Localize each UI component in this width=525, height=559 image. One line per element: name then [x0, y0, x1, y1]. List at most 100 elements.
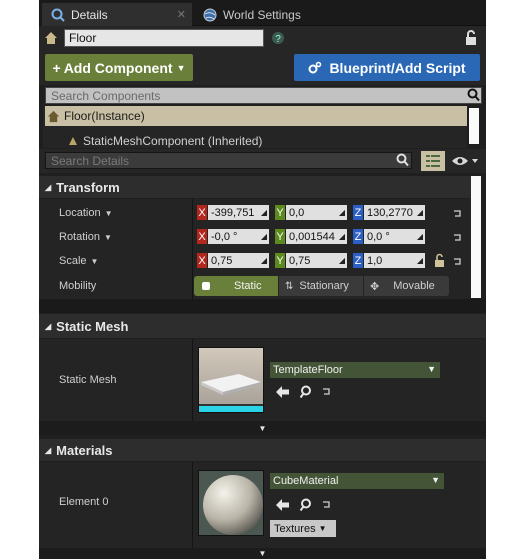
component-icon — [67, 135, 79, 147]
transform-row-label-scale[interactable]: Scale ▼ — [59, 253, 98, 269]
tree-item-child[interactable]: StaticMeshComponent (Inherited) — [67, 132, 457, 150]
reset-arrow-icon[interactable] — [322, 386, 332, 396]
materials-title: Materials — [56, 442, 113, 458]
static-mesh-asset-name: TemplateFloor — [273, 364, 343, 376]
section-expand-bar[interactable]: ▼ — [39, 548, 486, 559]
tab-bar: Details ✕ World Settings — [39, 0, 486, 26]
section-divider — [39, 299, 486, 313]
grid-view-icon[interactable] — [421, 151, 445, 171]
search-icon[interactable] — [467, 88, 480, 102]
transform-row-label-location[interactable]: Location ▼ — [59, 205, 113, 221]
lock-icon[interactable] — [465, 30, 477, 46]
eye-icon[interactable] — [451, 155, 479, 167]
add-component-label: Add Component — [63, 59, 173, 76]
browse-arrow-icon[interactable] — [276, 386, 289, 398]
material-thumbnail[interactable] — [198, 470, 264, 536]
value-text: 0,75 — [211, 254, 233, 267]
mobility-static-label: Static — [234, 280, 262, 292]
find-magnifier-icon[interactable] — [300, 498, 313, 512]
tree-item-child-label: StaticMeshComponent (Inherited) — [83, 134, 263, 148]
collapse-arrow-icon: ◢ — [45, 321, 52, 331]
scale-z-input[interactable]: 1,0 ◢ — [364, 253, 425, 268]
blueprint-label: Blueprint/Add Script — [329, 59, 466, 76]
tab-details[interactable]: Details ✕ — [42, 3, 192, 26]
actor-name-input[interactable]: Floor — [64, 29, 264, 47]
static-mesh-asset-dropdown[interactable]: TemplateFloor ▼ — [270, 362, 440, 378]
value-text: -0,0 ° — [211, 230, 238, 243]
location-x-input[interactable]: -399,751 ◢ — [208, 205, 269, 220]
axis-x-label: X — [197, 253, 207, 268]
materials-section-header[interactable]: ◢ Materials — [39, 439, 486, 461]
material-asset-dropdown[interactable]: CubeMaterial ▼ — [270, 473, 444, 489]
mobility-stationary-button[interactable]: ⇅ Stationary — [279, 276, 363, 296]
location-y-input[interactable]: 0,0 ◢ — [286, 205, 347, 220]
drag-handle-icon[interactable]: ◢ — [417, 232, 425, 241]
transform-row-label-rotation[interactable]: Rotation ▼ — [59, 229, 112, 245]
drag-handle-icon[interactable]: ◢ — [261, 256, 269, 265]
blueprint-add-script-button[interactable]: Blueprint/Add Script — [294, 54, 480, 81]
drag-handle-icon[interactable]: ◢ — [339, 232, 347, 241]
help-icon[interactable]: ? — [271, 31, 285, 45]
static-mesh-section-header[interactable]: ◢ Static Mesh — [39, 314, 486, 338]
chevron-down-icon: ▼ — [431, 475, 440, 485]
add-component-button[interactable]: + Add Component ▼ — [45, 54, 193, 81]
column-divider — [192, 339, 193, 421]
movable-icon: ✥ — [370, 280, 380, 293]
material-asset-name: CubeMaterial — [273, 475, 339, 487]
axis-x-label: X — [197, 205, 207, 220]
scale-y-input[interactable]: 0,75 ◢ — [286, 253, 347, 268]
browse-arrow-icon[interactable] — [276, 499, 289, 511]
axis-z-label: Z — [353, 253, 363, 268]
mobility-stationary-label: Stationary — [299, 280, 349, 292]
close-tab-icon[interactable]: ✕ — [177, 8, 186, 21]
static-mesh-label: Static Mesh — [59, 374, 117, 386]
chevron-down-icon: ▼ — [104, 208, 113, 218]
static-mesh-thumbnail[interactable] — [198, 347, 264, 413]
mobility-static-button[interactable]: Static — [194, 276, 278, 296]
mobility-movable-label: Movable — [393, 280, 435, 292]
search-components-input[interactable]: Search Components — [45, 87, 482, 104]
drag-handle-icon[interactable]: ◢ — [417, 208, 425, 217]
drag-handle-icon[interactable]: ◢ — [261, 232, 269, 241]
section-expand-bar[interactable]: ▼ — [39, 421, 486, 435]
location-z-input[interactable]: 130,2770 ◢ — [364, 205, 425, 220]
axis-z-label: Z — [353, 229, 363, 244]
reset-arrow-icon[interactable] — [322, 499, 332, 509]
component-tree-scrollbar[interactable] — [469, 108, 479, 144]
search-icon[interactable] — [396, 153, 409, 167]
chevron-down-icon: ▼ — [427, 364, 436, 374]
drag-handle-icon[interactable]: ◢ — [339, 256, 347, 265]
transform-row-label-text: Scale — [59, 255, 87, 267]
actor-icon — [47, 110, 60, 123]
rotation-y-input[interactable]: 0,001544 ◢ — [286, 229, 347, 244]
globe-icon — [203, 8, 217, 22]
drag-handle-icon[interactable]: ◢ — [339, 208, 347, 217]
tab-world-settings[interactable]: World Settings — [195, 3, 355, 26]
collapse-arrow-icon: ◢ — [45, 182, 52, 192]
rotation-z-input[interactable]: 0,0 ° ◢ — [364, 229, 425, 244]
scale-x-input[interactable]: 0,75 ◢ — [208, 253, 269, 268]
drag-handle-icon[interactable]: ◢ — [261, 208, 269, 217]
transform-row-label-text: Rotation — [59, 231, 100, 243]
mobility-movable-button[interactable]: ✥ Movable — [364, 276, 449, 296]
padlock-icon[interactable] — [434, 253, 445, 268]
rotation-x-input[interactable]: -0,0 ° ◢ — [208, 229, 269, 244]
axis-y-label: Y — [275, 205, 285, 220]
search-details-input[interactable]: Search Details — [45, 152, 412, 169]
column-divider — [192, 199, 193, 299]
tree-item-root-label: Floor(Instance) — [64, 109, 145, 123]
reset-arrow-icon[interactable] — [453, 256, 463, 266]
tree-item-root[interactable]: Floor(Instance) — [45, 106, 467, 126]
details-scrollbar[interactable] — [471, 176, 481, 298]
chevron-down-icon: ▼ — [103, 232, 112, 242]
reset-arrow-icon[interactable] — [453, 208, 463, 218]
transform-section-header[interactable]: ◢ Transform — [39, 176, 471, 198]
static-icon — [202, 282, 210, 290]
drag-handle-icon[interactable]: ◢ — [417, 256, 425, 265]
mobility-label: Mobility — [59, 280, 97, 292]
textures-button[interactable]: Textures ▼ — [270, 520, 336, 537]
reset-arrow-icon[interactable] — [453, 232, 463, 242]
details-panel: Details ✕ World Settings Floor ? + Add C… — [39, 0, 486, 559]
find-magnifier-icon[interactable] — [300, 385, 313, 399]
tab-world-settings-label: World Settings — [223, 7, 301, 22]
